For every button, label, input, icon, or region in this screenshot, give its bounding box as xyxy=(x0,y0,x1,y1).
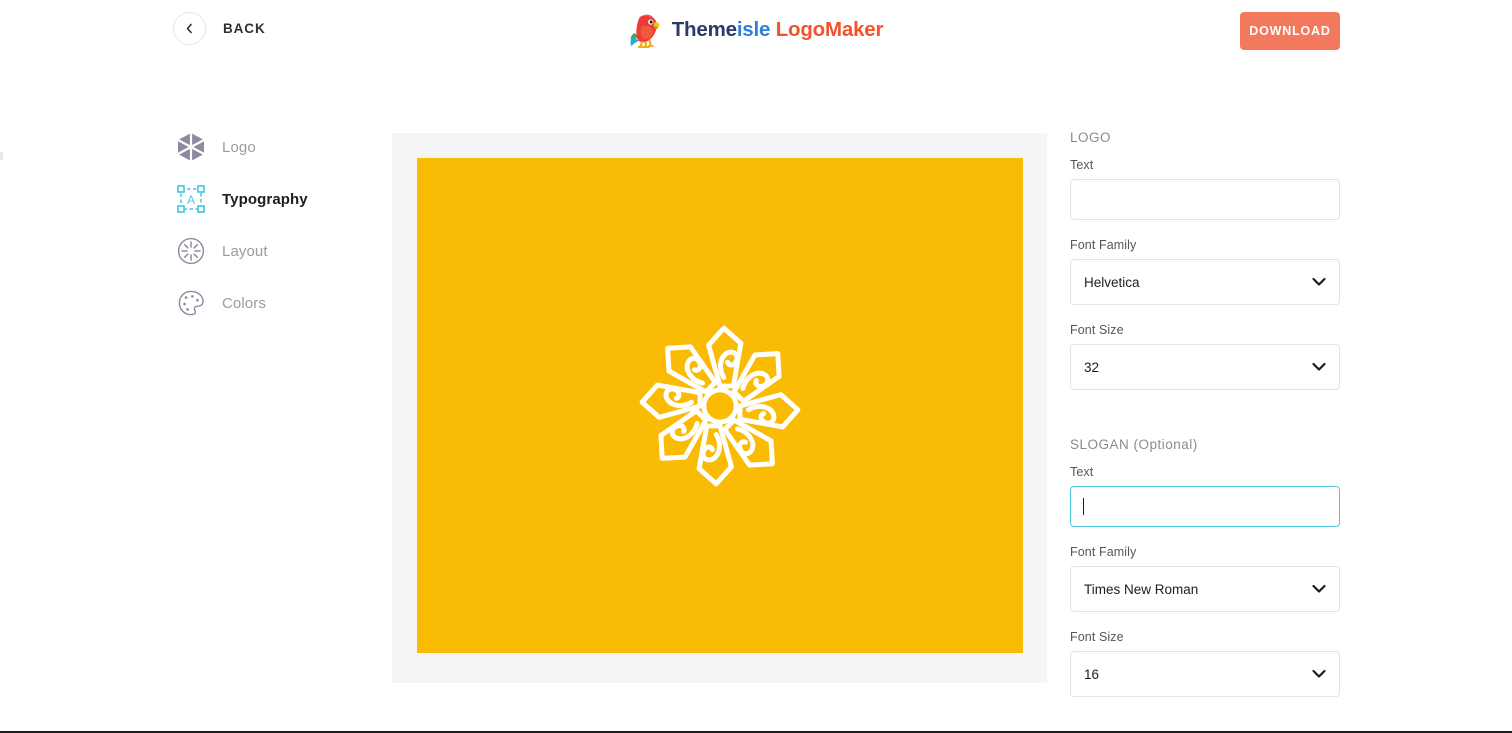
logo-font-family-label: Font Family xyxy=(1070,238,1137,252)
back-button-label: BACK xyxy=(223,21,266,36)
sidebar-item-colors[interactable]: Colors xyxy=(176,281,366,325)
back-button[interactable]: BACK xyxy=(173,12,266,45)
hexagon-cube-icon xyxy=(176,132,206,162)
logo-font-size-block: Font Size 32 xyxy=(1070,323,1340,390)
sidebar-item-layout[interactable]: Layout xyxy=(176,229,366,273)
brand-title: Themeisle LogoMaker xyxy=(672,18,884,42)
editor-sidebar: Logo A Typography Layout Colors xyxy=(176,125,366,333)
download-button[interactable]: DOWNLOAD xyxy=(1240,12,1340,50)
logo-font-size-select-wrap[interactable]: 32 xyxy=(1070,344,1340,390)
slogan-font-family-select-wrap[interactable]: Times New Roman xyxy=(1070,566,1340,612)
parrot-icon xyxy=(629,11,663,49)
logomaker-app: BACK Themeisle LogoMaker DOWNLOAD Logo A… xyxy=(0,0,1512,733)
logo-font-family-block: Font Family Helvetica xyxy=(1070,238,1340,305)
logo-font-family-select[interactable]: Helvetica xyxy=(1070,259,1340,305)
sidebar-item-typography[interactable]: A Typography xyxy=(176,177,366,221)
sidebar-item-layout-label: Layout xyxy=(222,242,268,260)
back-button-circle[interactable] xyxy=(173,12,206,45)
slogan-text-label: Text xyxy=(1070,465,1094,479)
edge-artifact xyxy=(0,152,3,160)
layout-burst-icon xyxy=(176,236,206,266)
palette-icon xyxy=(176,288,206,318)
text-box-icon: A xyxy=(176,184,206,214)
logo-font-family-select-wrap[interactable]: Helvetica xyxy=(1070,259,1340,305)
logo-font-size-label: Font Size xyxy=(1070,323,1124,337)
logo-section: LOGO Text Font Family Helvetica Font Siz… xyxy=(1070,130,1340,390)
flower-outline-icon xyxy=(625,311,815,501)
slogan-font-family-label: Font Family xyxy=(1070,545,1137,559)
slogan-section-title: SLOGAN (Optional) xyxy=(1070,437,1198,452)
slogan-font-family-block: Font Family Times New Roman xyxy=(1070,545,1340,612)
text-cursor xyxy=(1083,498,1084,515)
preview-container xyxy=(392,133,1047,683)
properties-panel: LOGO Text Font Family Helvetica Font Siz… xyxy=(1070,130,1340,715)
logo-preview-canvas[interactable] xyxy=(417,158,1023,653)
sidebar-item-typography-label: Typography xyxy=(222,190,308,208)
slogan-font-family-select[interactable]: Times New Roman xyxy=(1070,566,1340,612)
chevron-left-icon xyxy=(183,22,196,35)
sidebar-item-colors-label: Colors xyxy=(222,294,266,312)
svg-text:A: A xyxy=(187,193,195,207)
slogan-font-size-select-wrap[interactable]: 16 xyxy=(1070,651,1340,697)
logo-font-size-select[interactable]: 32 xyxy=(1070,344,1340,390)
slogan-font-size-label: Font Size xyxy=(1070,630,1124,644)
app-header: BACK Themeisle LogoMaker DOWNLOAD xyxy=(0,0,1512,62)
slogan-text-input[interactable] xyxy=(1070,486,1340,527)
slogan-text-field-block: Text xyxy=(1070,465,1340,527)
brand-title-part1: Theme xyxy=(671,18,737,41)
slogan-font-size-block: Font Size 16 xyxy=(1070,630,1340,697)
brand-title-part2: isle xyxy=(736,18,771,41)
sidebar-item-logo-label: Logo xyxy=(222,138,256,156)
brand-title-part3: LogoMaker xyxy=(775,18,884,41)
slogan-font-size-select[interactable]: 16 xyxy=(1070,651,1340,697)
logo-section-title: LOGO xyxy=(1070,130,1112,145)
sidebar-item-logo[interactable]: Logo xyxy=(176,125,366,169)
brand-logo: Themeisle LogoMaker xyxy=(629,11,884,49)
logo-text-label: Text xyxy=(1070,158,1094,172)
logo-text-input[interactable] xyxy=(1070,179,1340,220)
logo-text-field-block: Text xyxy=(1070,158,1340,220)
slogan-section: SLOGAN (Optional) Text Font Family Times… xyxy=(1070,437,1340,697)
